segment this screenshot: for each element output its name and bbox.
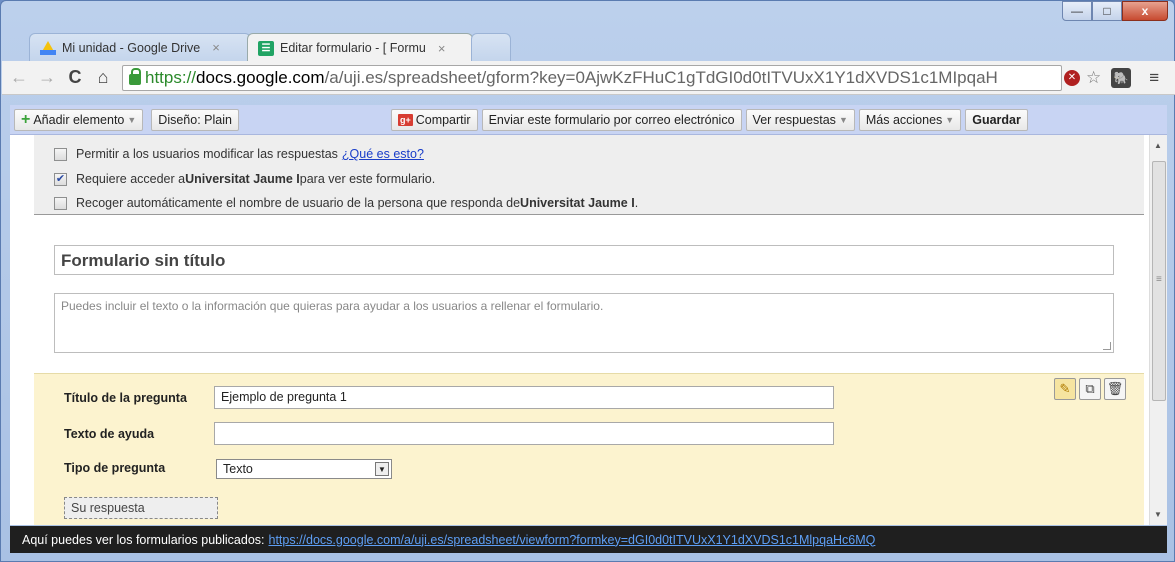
chrome-menu-icon[interactable]: ≡	[1149, 68, 1159, 88]
tab-google-drive[interactable]: Mi unidad - Google Drive ×	[29, 33, 251, 61]
reload-icon[interactable]: C	[64, 67, 86, 88]
collect-username-checkbox[interactable]	[54, 196, 67, 210]
collect-username-prefix: Recoger automáticamente el nombre de usu…	[76, 196, 521, 210]
home-icon[interactable]: ⌂	[92, 67, 114, 88]
more-actions-button[interactable]: Más acciones ▼	[858, 108, 962, 131]
answer-preview: Su respuesta	[64, 497, 218, 519]
question-editor: ✎ ⧉ 🗑 Título de la pregunta Ejemplo de p…	[34, 373, 1144, 525]
scroll-thumb[interactable]: ≡	[1152, 161, 1166, 401]
back-arrow-icon[interactable]: ←	[8, 67, 30, 88]
scroll-up-arrow-icon[interactable]: ▲	[1154, 141, 1162, 150]
organization-name: Universitat Jaume I	[185, 172, 300, 186]
new-tab-button[interactable]	[471, 33, 511, 61]
lock-icon	[129, 68, 141, 85]
published-forms-footer: Aquí puedes ver los formularios publicad…	[10, 526, 1167, 553]
form-editor: Permitir a los usuarios modificar las re…	[10, 135, 1167, 525]
url-path: /a/uji.es/spreadsheet/gform?key=0AjwKzFH…	[324, 67, 998, 87]
view-responses-button[interactable]: Ver respuestas ▼	[745, 108, 855, 131]
address-bar[interactable]: https://docs.google.com/a/uji.es/spreads…	[122, 64, 1062, 91]
resize-handle-icon[interactable]	[1103, 342, 1111, 350]
bookmark-star-icon[interactable]: ☆	[1086, 68, 1101, 88]
email-form-label: Enviar este formulario por correo electr…	[488, 112, 735, 127]
tab-label: Editar formulario - [ Formu	[280, 41, 426, 55]
save-button[interactable]: Guardar	[965, 108, 1028, 131]
google-drive-icon	[40, 40, 56, 55]
email-form-button[interactable]: Enviar este formulario por correo electr…	[481, 108, 742, 131]
dropdown-arrow-icon: ▼	[375, 462, 389, 476]
url-scheme: https://	[145, 67, 197, 87]
save-label: Guardar	[972, 112, 1021, 127]
question-tools: ✎ ⧉ 🗑	[1054, 378, 1126, 400]
require-login-prefix: Requiere acceder a	[76, 172, 186, 186]
help-text-input[interactable]	[214, 422, 834, 445]
chevron-down-icon: ▼	[127, 114, 137, 125]
chevron-down-icon: ▼	[838, 114, 848, 125]
form-action-bar: + Añadir elemento ▼ Diseño: Plain g+ Com…	[10, 105, 1167, 135]
allow-edit-checkbox[interactable]	[54, 147, 67, 161]
design-button[interactable]: Diseño: Plain	[151, 108, 239, 131]
browser-window: — □ x Mi unidad - Google Drive × ☰ Edita…	[0, 0, 1175, 562]
published-form-link[interactable]: https://docs.google.com/a/uji.es/spreads…	[269, 533, 876, 547]
duplicate-icon[interactable]: ⧉	[1079, 378, 1101, 400]
more-actions-label: Más acciones	[865, 112, 943, 127]
collect-username-suffix: .	[634, 196, 639, 210]
scroll-down-arrow-icon[interactable]: ▼	[1154, 510, 1162, 519]
evernote-extension-icon[interactable]: 🐘	[1111, 67, 1132, 88]
collect-username-setting: Recoger automáticamente el nombre de usu…	[54, 196, 638, 210]
question-type-value: Texto	[223, 462, 253, 476]
maximize-button[interactable]: □	[1092, 1, 1122, 21]
design-label: Diseño: Plain	[158, 112, 232, 127]
question-type-label: Tipo de pregunta	[64, 461, 166, 475]
question-type-select[interactable]: Texto ▼	[216, 459, 392, 479]
view-responses-label: Ver respuestas	[752, 112, 836, 127]
close-window-button[interactable]: x	[1122, 1, 1168, 21]
help-text-label: Texto de ayuda	[64, 427, 155, 441]
trash-icon[interactable]: 🗑	[1104, 378, 1126, 400]
close-tab-icon[interactable]: ×	[212, 40, 220, 55]
require-login-checkbox[interactable]: ✔	[54, 172, 67, 186]
url-host: docs.google.com	[196, 67, 325, 87]
form-description-input[interactable]: Puedes incluir el texto o la información…	[54, 293, 1114, 353]
require-login-setting: ✔ Requiere acceder a Universitat Jaume I…	[54, 172, 435, 186]
description-placeholder: Puedes incluir el texto o la información…	[61, 299, 604, 313]
form-title-input[interactable]: Formulario sin título	[54, 245, 1114, 275]
allow-edit-label: Permitir a los usuarios modificar las re…	[76, 147, 338, 161]
footer-text: Aquí puedes ver los formularios publicad…	[22, 532, 265, 547]
vertical-scrollbar[interactable]: ▲ ≡ ▼	[1149, 135, 1167, 525]
question-title-label: Título de la pregunta	[64, 391, 187, 405]
share-button[interactable]: g+ Compartir	[390, 108, 478, 131]
tab-edit-form[interactable]: ☰ Editar formulario - [ Formu ×	[247, 33, 473, 62]
edit-pencil-icon[interactable]: ✎	[1054, 378, 1076, 400]
minimize-button[interactable]: —	[1062, 1, 1092, 21]
browser-toolbar: ← → C ⌂ https://docs.google.com/a/uji.es…	[2, 61, 1175, 95]
organization-name: Universitat Jaume I	[520, 196, 635, 210]
add-item-label: Añadir elemento	[33, 112, 125, 127]
question-title-input[interactable]: Ejemplo de pregunta 1	[214, 386, 834, 409]
tab-strip: Mi unidad - Google Drive × ☰ Editar form…	[11, 29, 911, 62]
google-plus-icon: g+	[397, 113, 413, 126]
plus-icon: +	[21, 110, 31, 128]
close-tab-icon[interactable]: ×	[438, 41, 446, 56]
grip-icon: ≡	[1156, 274, 1162, 285]
what-is-this-link[interactable]: ¿Qué es esto?	[342, 147, 424, 161]
require-login-suffix: para ver este formulario.	[299, 172, 436, 186]
tab-label: Mi unidad - Google Drive	[62, 40, 201, 55]
allow-edit-setting: Permitir a los usuarios modificar las re…	[54, 147, 424, 161]
chevron-down-icon: ▼	[945, 114, 955, 125]
extension-blocked-icon[interactable]: ✕	[1064, 69, 1080, 86]
add-item-button[interactable]: + Añadir elemento ▼	[14, 108, 144, 131]
google-forms-icon: ☰	[258, 40, 274, 56]
forward-arrow-icon[interactable]: →	[36, 67, 58, 88]
share-label: Compartir	[415, 112, 471, 127]
window-controls: — □ x	[1062, 1, 1168, 21]
form-settings-panel: Permitir a los usuarios modificar las re…	[34, 135, 1144, 215]
